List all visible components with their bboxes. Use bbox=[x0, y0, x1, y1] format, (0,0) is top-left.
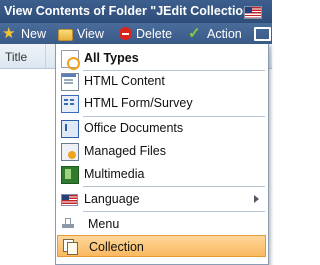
delete-label: Delete bbox=[136, 26, 173, 41]
html-form-icon bbox=[61, 95, 79, 113]
menu-item-label: Language bbox=[84, 192, 140, 206]
us-flag-icon[interactable] bbox=[244, 6, 262, 19]
menu-item-collection[interactable]: Collection bbox=[57, 235, 266, 257]
screen-icon[interactable] bbox=[254, 27, 271, 41]
menu-item-html-content[interactable]: HTML Content bbox=[56, 70, 268, 92]
menu-item-managed-files[interactable]: Managed Files bbox=[56, 140, 268, 162]
delete-icon bbox=[119, 27, 132, 40]
checkmark-icon: ✓ bbox=[188, 25, 201, 42]
submenu-arrow-icon bbox=[254, 195, 259, 203]
new-label: New bbox=[21, 26, 47, 41]
menu-item-label: All Types bbox=[84, 51, 139, 65]
view-button[interactable]: View bbox=[58, 25, 104, 42]
us-flag-icon bbox=[61, 194, 78, 206]
window-title: View Contents of Folder "JEdit Collectio… bbox=[4, 4, 257, 18]
collection-icon bbox=[63, 239, 79, 255]
action-button[interactable]: ✓ Action bbox=[188, 25, 242, 42]
menu-separator bbox=[83, 186, 265, 187]
view-dropdown-menu: All Types HTML Content HTML Form/Survey … bbox=[55, 44, 269, 265]
delete-button[interactable]: Delete bbox=[119, 25, 172, 42]
managed-files-icon bbox=[61, 143, 79, 161]
column-divider bbox=[45, 44, 46, 68]
menu-item-label: Multimedia bbox=[84, 167, 145, 181]
menu-item-multimedia[interactable]: Multimedia bbox=[56, 163, 268, 185]
toolbar: ★ New View Delete ✓ Action bbox=[0, 23, 272, 44]
column-title[interactable]: Title bbox=[5, 50, 27, 64]
menu-item-all-types[interactable]: All Types bbox=[56, 47, 268, 70]
window-titlebar: View Contents of Folder "JEdit Collectio… bbox=[0, 0, 272, 23]
multimedia-icon bbox=[61, 166, 79, 184]
folder-view-icon bbox=[58, 29, 73, 41]
menu-item-label: Managed Files bbox=[84, 144, 166, 158]
menu-item-label: Collection bbox=[89, 240, 144, 254]
menu-separator bbox=[83, 211, 265, 212]
menu-item-html-form-survey[interactable]: HTML Form/Survey bbox=[56, 92, 268, 114]
star-icon: ★ bbox=[2, 25, 16, 42]
menu-item-menu[interactable]: Menu bbox=[56, 213, 268, 235]
office-documents-icon bbox=[61, 120, 79, 138]
menu-item-label: HTML Content bbox=[84, 74, 165, 88]
menu-item-label: Menu bbox=[88, 217, 120, 231]
html-content-icon bbox=[61, 73, 79, 91]
menu-item-language[interactable]: Language bbox=[56, 188, 268, 210]
menu-item-label: Office Documents bbox=[84, 121, 184, 135]
view-label: View bbox=[77, 26, 104, 41]
menu-icon bbox=[61, 216, 77, 232]
action-label: Action bbox=[207, 26, 242, 41]
new-button[interactable]: ★ New bbox=[2, 25, 46, 42]
menu-item-office-documents[interactable]: Office Documents bbox=[56, 117, 268, 139]
all-types-icon bbox=[61, 50, 80, 70]
menu-item-label: HTML Form/Survey bbox=[84, 96, 193, 110]
